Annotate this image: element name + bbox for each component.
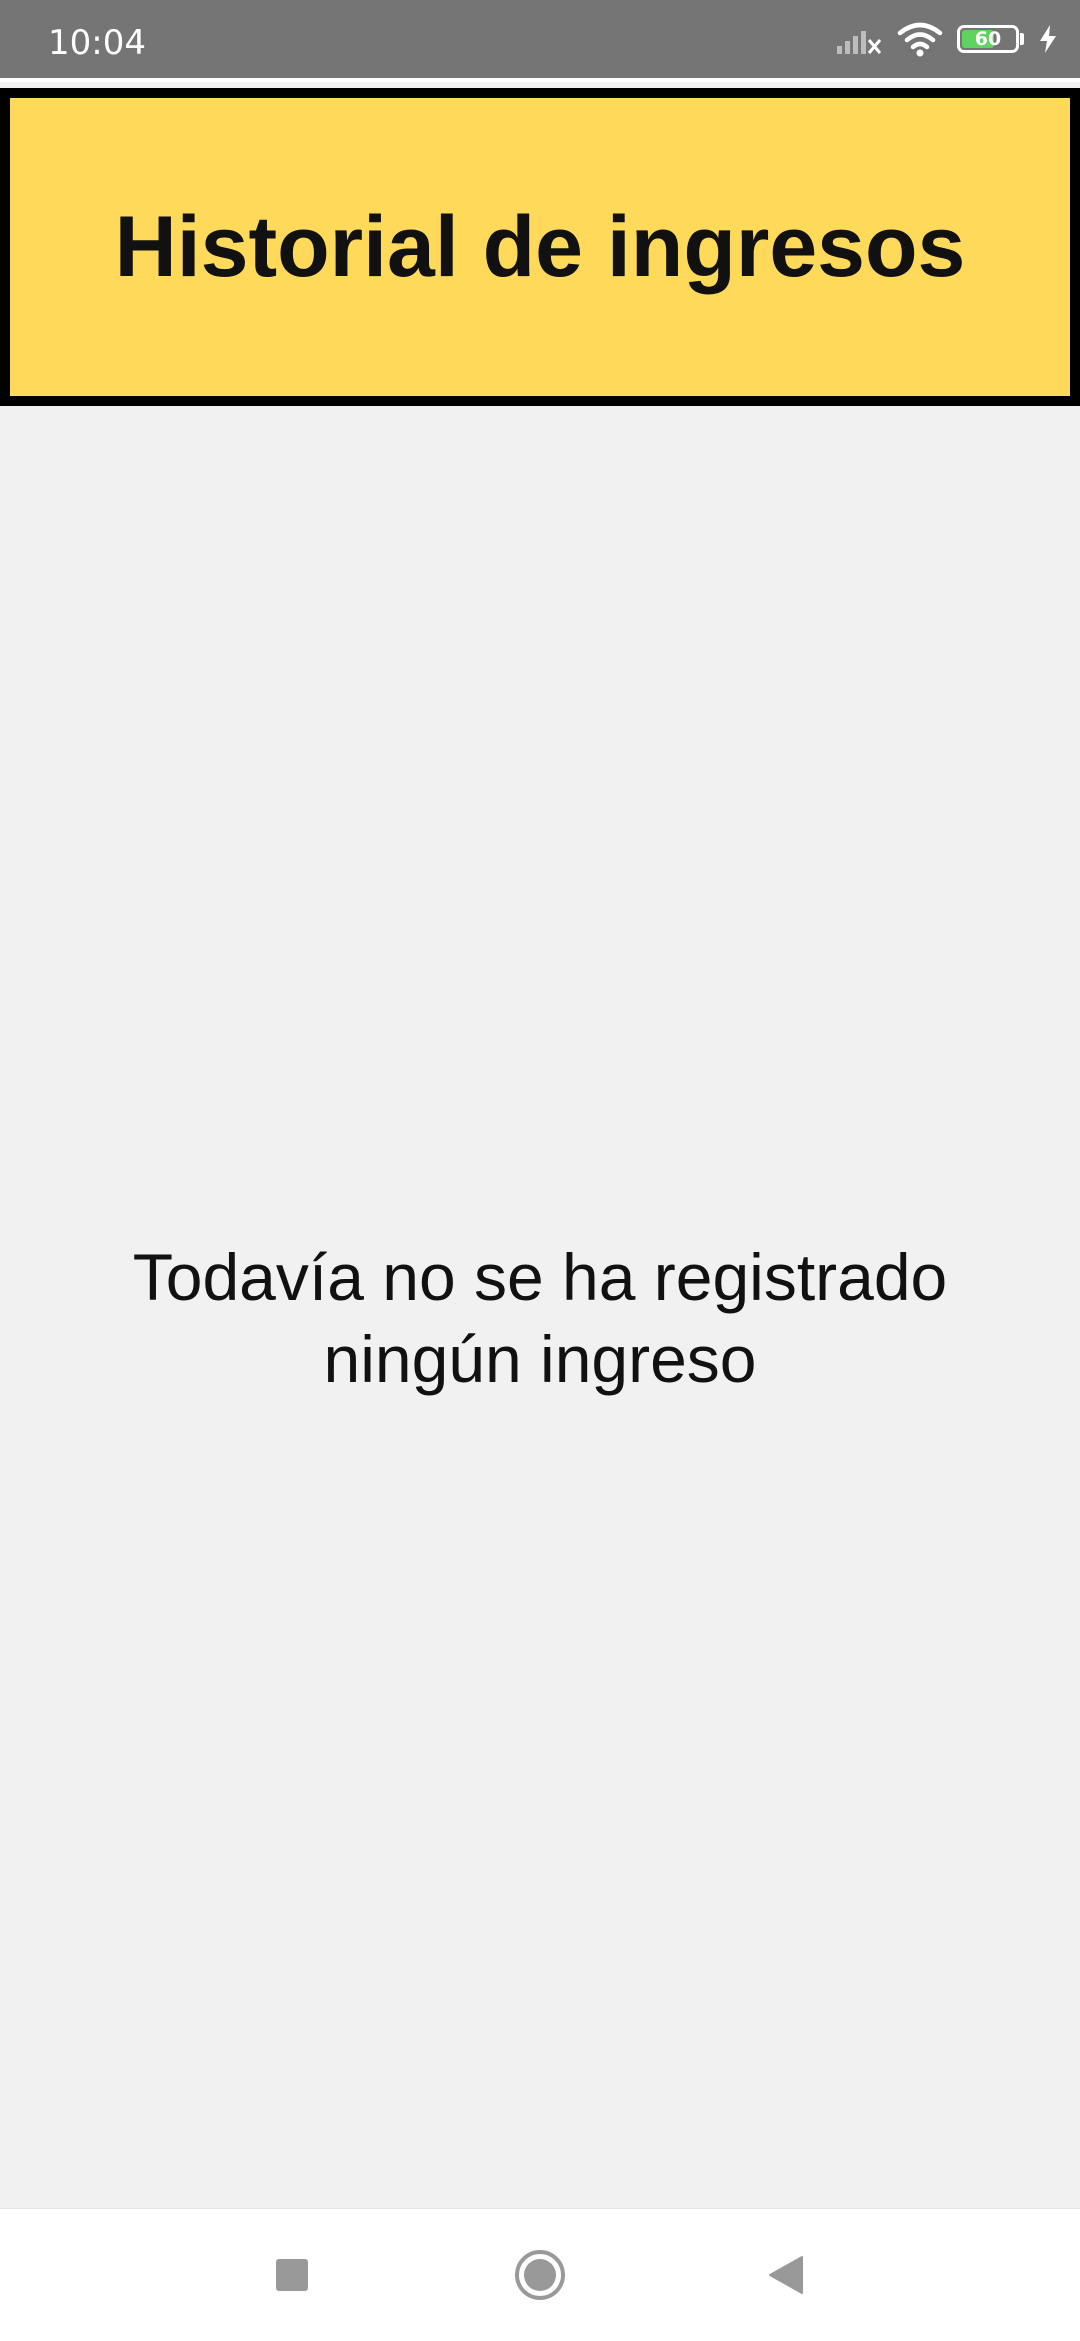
empty-state-line-2: ningún ingreso	[323, 1322, 757, 1396]
battery-level: 60	[974, 28, 1002, 50]
status-icons: 60	[821, 16, 1058, 62]
navigation-bar	[0, 2208, 1080, 2341]
battery-icon: 60	[957, 25, 1024, 53]
status-bar: 10:04 60	[0, 0, 1080, 78]
back-icon	[769, 2256, 803, 2294]
recent-apps-icon	[276, 2259, 308, 2291]
header: Historial de ingresos	[0, 88, 1080, 406]
signal-off-icon	[835, 22, 883, 56]
recent-apps-button[interactable]	[222, 2209, 362, 2341]
home-icon	[515, 2250, 565, 2300]
empty-state-line-1: Todavía no se ha registrado	[132, 1240, 948, 1314]
wifi-icon	[897, 21, 943, 57]
status-time: 10:04	[48, 23, 146, 63]
charging-icon	[1038, 24, 1058, 54]
empty-state-message: Todavía no se ha registrado ningún ingre…	[60, 1236, 1020, 1400]
page-title: Historial de ingresos	[114, 198, 966, 295]
home-button[interactable]	[470, 2209, 610, 2341]
status-bar-divider	[0, 78, 1080, 82]
back-button[interactable]	[716, 2209, 856, 2341]
